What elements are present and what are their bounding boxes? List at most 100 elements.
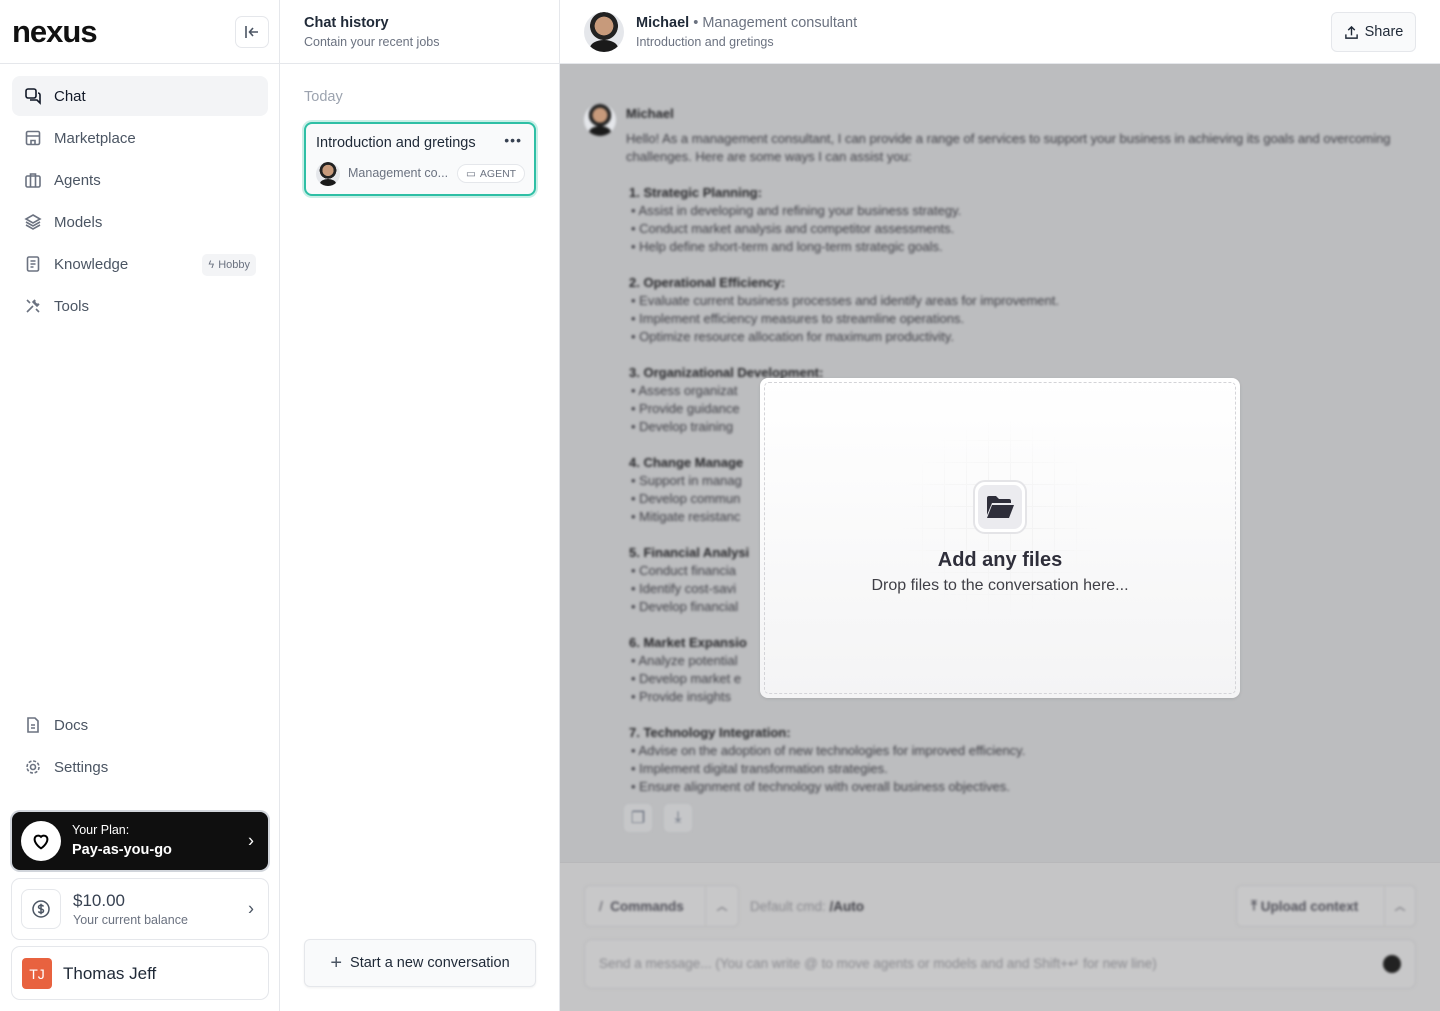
section-title: 4. Change Manage: [629, 455, 744, 470]
section-title: 6. Market Expansio: [629, 635, 747, 650]
balance-card[interactable]: $10.00 Your current balance ›: [11, 878, 269, 940]
folder-open-icon: [973, 480, 1027, 534]
send-button[interactable]: [1383, 955, 1401, 973]
document-icon: [26, 256, 40, 272]
message-intro: Hello! As a management consultant, I can…: [626, 131, 1391, 164]
section-bullet: • Develop financial: [631, 599, 739, 614]
sidebar-item-label: Models: [54, 213, 103, 231]
section-bullet: • Develop commun: [631, 491, 741, 506]
chat-icon: [25, 88, 41, 105]
message-section: 2. Operational Efficiency: • Evaluate cur…: [629, 274, 1059, 346]
section-title: 1. Strategic Planning:: [629, 185, 762, 200]
docs-icon: [27, 717, 39, 733]
history-subtitle: Contain your recent jobs: [304, 35, 440, 49]
history-item-title: Introduction and gretings: [316, 135, 476, 151]
sidebar-item-marketplace[interactable]: Marketplace: [12, 118, 268, 158]
dropzone-subtitle: Drop files to the conversation here...: [871, 577, 1129, 594]
agent-name: Michael: [636, 15, 690, 31]
agent-badge: ▭ AGENT: [457, 164, 526, 183]
user-profile[interactable]: TJ Thomas Jeff: [11, 946, 269, 1000]
chevron-right-icon: ›: [248, 830, 254, 851]
upload-context-button[interactable]: ⤒ Upload context ︿: [1236, 885, 1416, 927]
commands-button[interactable]: / Commands ︿: [584, 885, 739, 927]
chevron-right-icon: ›: [248, 898, 254, 919]
sidebar-item-chat[interactable]: Chat: [12, 76, 268, 116]
sidebar-item-label: Marketplace: [54, 129, 136, 147]
chevron-up-icon[interactable]: ︿: [706, 898, 738, 914]
collapse-sidebar-button[interactable]: [235, 16, 269, 48]
upload-icon: [1344, 25, 1358, 39]
plan-card[interactable]: Your Plan: Pay-as-you-go ›: [12, 812, 268, 870]
tools-icon: [26, 299, 40, 313]
chat-main: Michael • Management consultant Introduc…: [560, 0, 1440, 1011]
agent-role: Management consultant: [702, 15, 858, 31]
message-input[interactable]: Send a message... (You can write @ to mo…: [584, 939, 1416, 989]
history-group-label: Today: [304, 89, 343, 105]
chevron-up-icon[interactable]: ︿: [1385, 898, 1415, 914]
default-command: Default cmd: /Auto: [750, 899, 865, 914]
sender-name: Michael: [626, 106, 674, 121]
section-bullet: • Mitigate resistanc: [631, 509, 741, 524]
section-title: 7. Technology Integration:: [629, 725, 791, 740]
sender-avatar: [584, 104, 616, 136]
section-bullet: • Develop market e: [631, 671, 742, 686]
message-section: 4. Change Manage • Support in manag • Deve…: [629, 454, 743, 526]
sidebar-item-settings[interactable]: Settings: [12, 747, 268, 787]
avatar: TJ: [22, 958, 52, 989]
sidebar-item-models[interactable]: Models: [12, 202, 268, 242]
file-dropzone[interactable]: Add any files Drop files to the conversa…: [760, 378, 1240, 698]
sidebar-item-label: Chat: [54, 87, 86, 105]
section-bullet: • Ensure alignment of technology with ov…: [631, 779, 1010, 794]
section-bullet: • Provide insights: [631, 689, 731, 704]
new-conversation-button[interactable]: + Start a new conversation: [304, 939, 536, 987]
section-bullet: • Implement efficiency measures to strea…: [631, 311, 965, 326]
history-item[interactable]: Introduction and gretings ••• Management…: [304, 122, 536, 196]
conversation-title: Introduction and gretings: [636, 35, 774, 49]
history-title: Chat history: [304, 15, 389, 31]
message-section: 6. Market Expansio • Analyze potential • D…: [629, 634, 747, 706]
section-bullet: • Conduct financia: [631, 563, 737, 578]
history-item-agent: Management co...: [348, 166, 449, 180]
balance-label: Your current balance: [73, 913, 188, 927]
sidebar-item-label: Settings: [54, 758, 109, 776]
chat-history-panel: Chat history Contain your recent jobs To…: [280, 0, 560, 1011]
more-options-icon[interactable]: •••: [504, 132, 522, 148]
lightning-icon: ϟ: [208, 259, 215, 271]
section-title: 2. Operational Efficiency:: [629, 275, 786, 290]
section-bullet: • Evaluate current business processes an…: [631, 293, 1059, 308]
chat-header: Michael • Management consultant Introduc…: [560, 0, 1440, 64]
sidebar-item-label: Agents: [54, 171, 101, 189]
section-bullet: • Assist in developing and refining your…: [631, 203, 962, 218]
sidebar-item-tools[interactable]: Tools: [12, 286, 268, 326]
section-bullet: • Advise on the adoption of new technolo…: [631, 743, 1026, 758]
plan-value: Pay-as-you-go: [72, 842, 172, 858]
section-bullet: • Optimize resource allocation for maxim…: [631, 329, 954, 344]
section-title: 5. Financial Analysi: [629, 545, 750, 560]
sidebar-item-docs[interactable]: Docs: [12, 705, 268, 745]
sidebar-item-knowledge[interactable]: Knowledge ϟ Hobby: [12, 244, 268, 284]
sidebar-item-label: Docs: [54, 716, 89, 734]
collapse-icon: [245, 26, 258, 38]
sidebar: nexus Chat Marketplace Agents Models Kno…: [0, 0, 280, 1011]
section-bullet: • Analyze potential: [631, 653, 738, 668]
download-button[interactable]: ⤓: [664, 804, 692, 832]
balance-value: $10.00: [73, 891, 125, 910]
copy-button[interactable]: ❐: [624, 804, 652, 832]
briefcase-icon: ▭: [466, 167, 476, 180]
sidebar-item-label: Knowledge: [54, 255, 129, 273]
hobby-badge: ϟ Hobby: [202, 254, 256, 276]
share-button[interactable]: Share: [1331, 12, 1416, 52]
section-bullet: • Implement digital transformation strat…: [631, 761, 888, 776]
section-bullet: • Help define short-term and long-term s…: [631, 239, 943, 254]
agent-avatar: [316, 162, 340, 186]
plus-icon: +: [330, 951, 343, 974]
section-bullet: • Support in manag: [631, 473, 742, 488]
briefcase-icon: [25, 173, 41, 188]
user-name: Thomas Jeff: [63, 964, 157, 983]
composer: / Commands ︿ Default cmd: /Auto ⤒ Upload …: [560, 862, 1440, 1011]
section-bullet: • Conduct market analysis and competitor…: [631, 221, 955, 236]
sidebar-item-agents[interactable]: Agents: [12, 160, 268, 200]
logo: nexus: [12, 14, 98, 49]
message-section: 5. Financial Analysi • Conduct financia • …: [629, 544, 749, 616]
section-bullet: • Identify cost-savi: [631, 581, 736, 596]
